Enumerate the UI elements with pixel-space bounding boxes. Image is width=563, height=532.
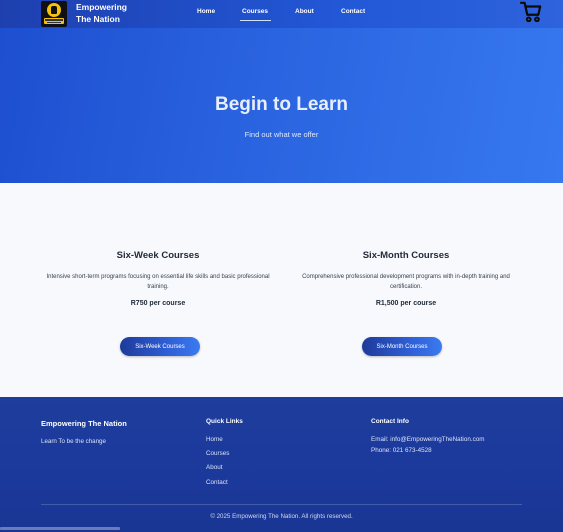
brand-name[interactable]: Empowering The Nation [76,1,156,25]
contact-phone: Phone: 021 673-4528 [371,447,432,454]
quick-links-title: Quick Links [206,418,243,425]
brand-line-2: The Nation [76,14,120,24]
course-price: R1,500 per course [375,300,437,307]
active-nav-underline [240,20,271,21]
copyright-text: © 2025 Empowering The Nation. All rights… [210,513,353,520]
nav-contact[interactable]: Contact [341,8,365,15]
logo-banner-line [47,22,61,23]
nav-courses[interactable]: Courses [242,8,268,15]
six-week-courses-button[interactable]: Six-Week Courses [120,337,200,356]
course-title: Six-Month Courses [362,250,450,261]
shopping-cart-svg [519,1,542,23]
footer-brand: Empowering The Nation [41,419,127,428]
hero-section: Begin to Learn Find out what we offer [0,28,563,183]
course-description: Comprehensive professional development p… [302,274,510,290]
footer-tagline: Learn To be the change [41,438,106,445]
brand-line-1: Empowering [76,2,128,12]
footer-divider [41,504,522,505]
site-footer: Empowering The Nation Learn To be the ch… [0,397,563,532]
footer-link-about[interactable]: About [206,464,222,471]
footer-link-contact[interactable]: Contact [206,479,228,486]
courses-section: Six-Week Courses Intensive short-term pr… [0,183,563,397]
contact-email[interactable]: Email: info@EmpoweringTheNation.com [371,436,485,443]
six-month-courses-button[interactable]: Six-Month Courses [362,337,442,356]
footer-link-courses[interactable]: Courses [206,450,229,457]
site-header: Empowering The Nation Home Courses About… [0,0,563,28]
course-description: Intensive short-term programs focusing o… [46,274,270,290]
shopping-cart-icon[interactable] [519,1,542,23]
course-price: R750 per course [130,300,186,307]
nav-about[interactable]: About [295,8,314,15]
hero-title: Begin to Learn [214,94,348,115]
horizontal-scrollbar[interactable] [0,527,120,530]
footer-link-home[interactable]: Home [206,436,223,443]
contact-info-title: Contact Info [371,418,409,425]
nav-home[interactable]: Home [197,8,215,15]
raised-fist-logo-icon[interactable] [41,1,67,27]
logo-fist [51,6,57,14]
hero-subtitle: Find out what we offer [244,130,319,139]
logo-banner-line [45,19,63,21]
course-title: Six-Week Courses [116,250,200,261]
